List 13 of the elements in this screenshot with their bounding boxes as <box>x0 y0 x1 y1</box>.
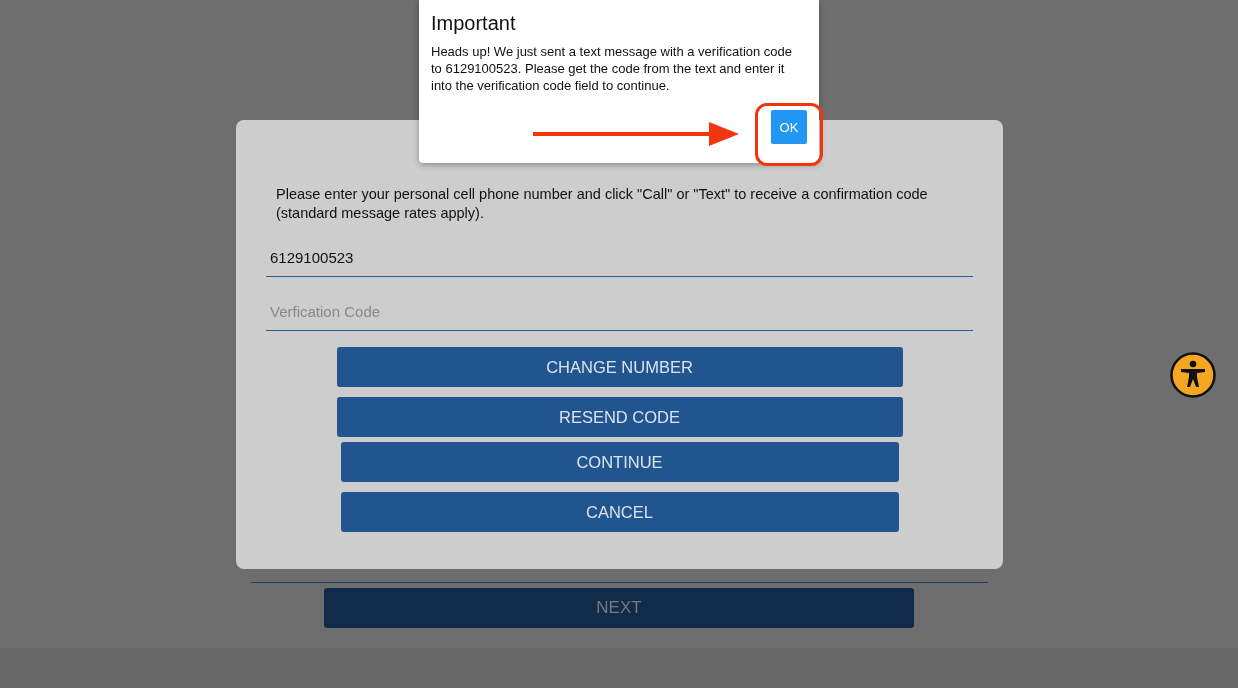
accessibility-icon[interactable] <box>1170 352 1216 398</box>
phone-field[interactable]: 6129100523 <box>266 233 973 277</box>
action-button[interactable]: CANCEL <box>340 492 899 532</box>
instructions-text: Please enter your personal cell phone number and click "Call" or "Text" to receive a confirmation code (standard message rates apply). <box>276 185 929 223</box>
action-button[interactable]: RESEND CODE <box>336 397 903 437</box>
next-button[interactable]: NEXT <box>324 588 914 628</box>
ok-button[interactable]: OK <box>771 110 807 144</box>
alert-message: Heads up! We just sent a text message with a verification code to 6129100523. Please get the code from the text and enter it into the verification code field to continue. <box>431 43 794 94</box>
verification-code-field[interactable]: Verfication Code <box>266 287 973 331</box>
action-button[interactable]: CONTINUE <box>340 442 899 482</box>
action-button[interactable]: CHANGE NUMBER <box>336 347 903 387</box>
highlight-ring <box>755 103 823 166</box>
alert-title: Important <box>431 12 517 35</box>
